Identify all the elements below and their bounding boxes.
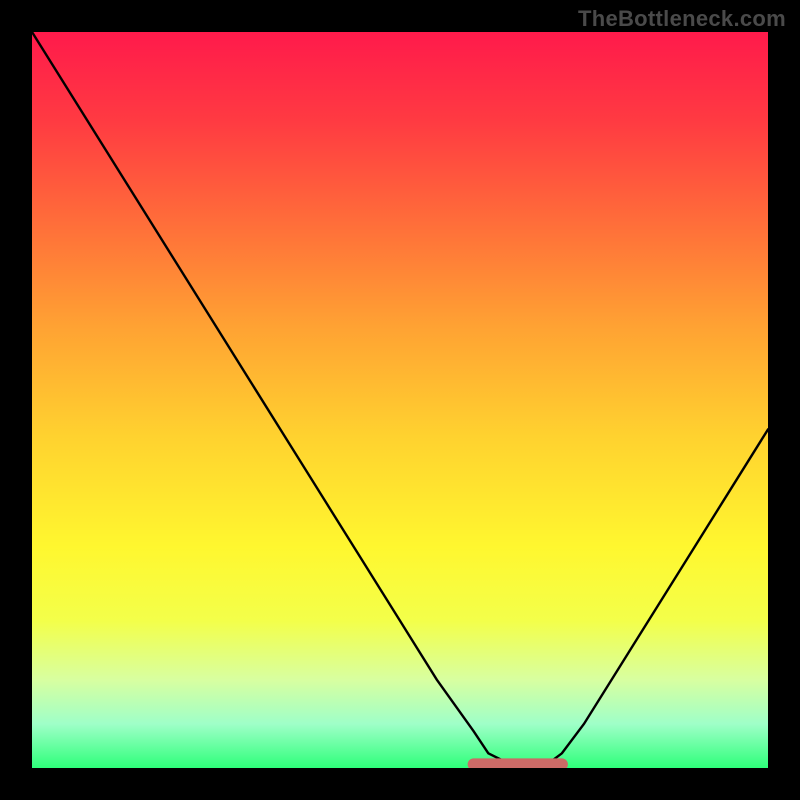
chart-frame: TheBottleneck.com <box>0 0 800 800</box>
watermark-text: TheBottleneck.com <box>578 6 786 32</box>
bottleneck-curve <box>32 32 768 764</box>
plot-area <box>32 32 768 768</box>
curve-layer <box>32 32 768 768</box>
